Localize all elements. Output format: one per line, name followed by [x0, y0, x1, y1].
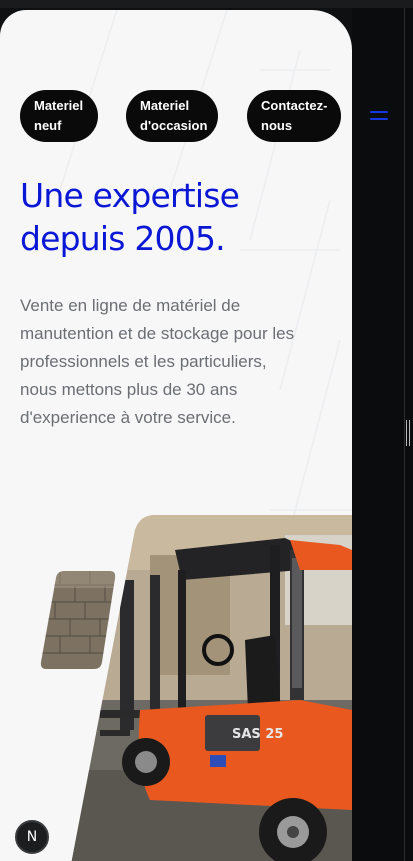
hamburger-line-top — [370, 111, 388, 113]
brick-wall-image — [40, 571, 116, 669]
page-card: Materiel neuf Materiel d'occasion Contac… — [0, 10, 352, 861]
nextjs-n-icon[interactable]: N — [15, 820, 49, 854]
model-label: SAS 25 — [232, 727, 283, 742]
forklift-image: SAS 25 — [70, 515, 352, 861]
top-strip — [0, 0, 413, 8]
hamburger-icon[interactable] — [368, 108, 390, 124]
rail-divider — [404, 8, 405, 861]
hero-photo: SAS 25 — [40, 515, 352, 861]
resize-handle[interactable] — [406, 420, 410, 446]
hamburger-line-bottom — [370, 118, 388, 120]
